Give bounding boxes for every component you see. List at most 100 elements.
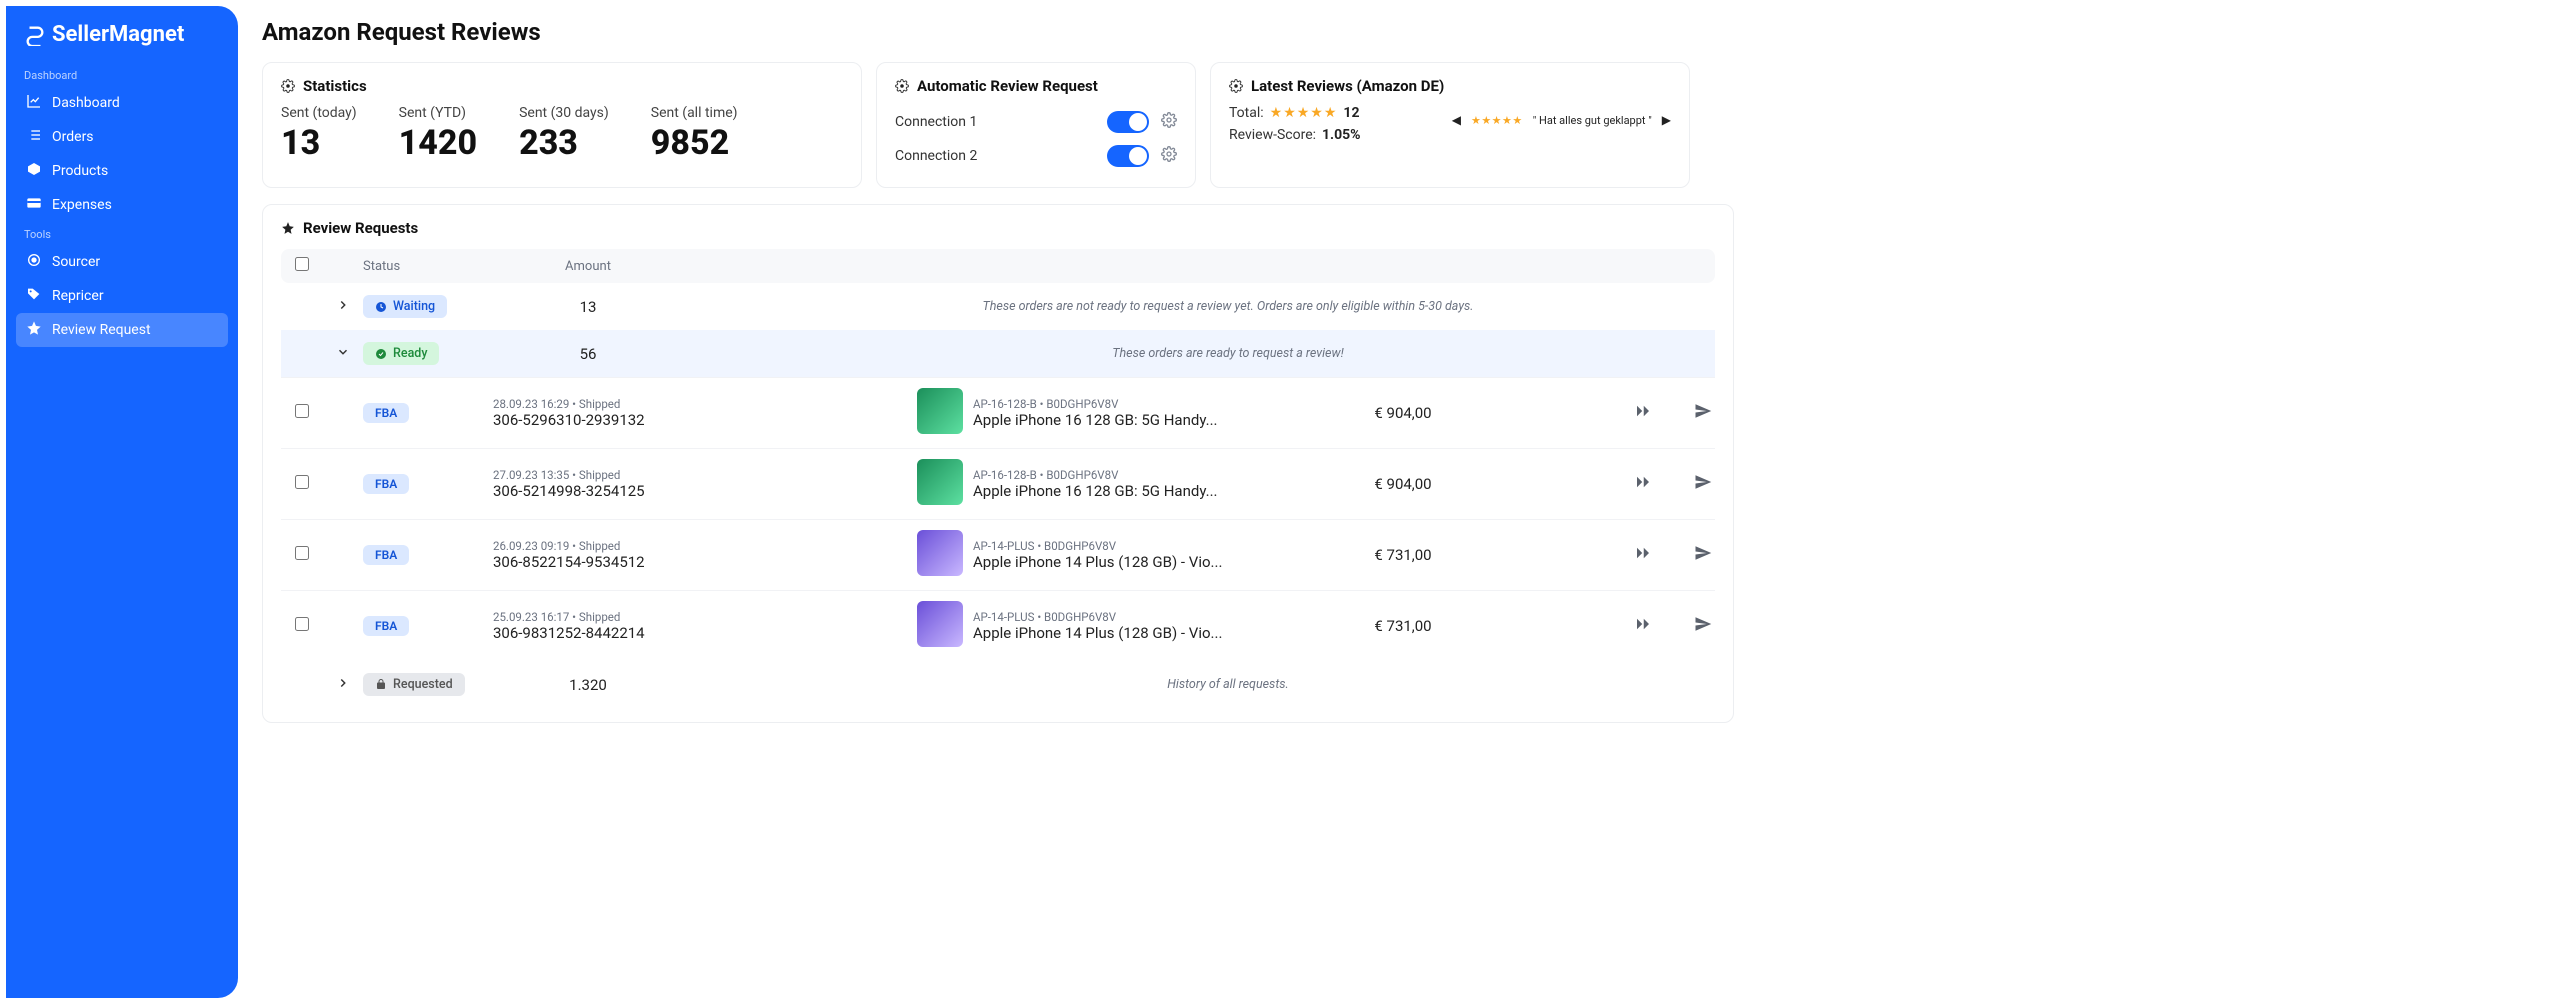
connection-toggle[interactable] [1107,145,1149,167]
order-price: € 731,00 [1313,617,1493,635]
stat-block: Sent (YTD) 1420 [399,105,477,163]
review-quote: " Hat alles gut geklappt " [1533,114,1652,127]
statistics-panel: Statistics Sent (today)13Sent (YTD)1420S… [262,62,862,188]
sidebar-item-sourcer[interactable]: Sourcer [16,245,228,279]
fulfillment-badge: FBA [363,403,409,423]
fulfillment-badge: FBA [363,474,409,494]
order-id: 306-8522154-9534512 [493,553,683,571]
auto-request-panel: Automatic Review Request Connection 1 Con… [876,62,1196,188]
status-label: Ready [393,346,427,361]
auto-request-title: Automatic Review Request [917,77,1098,95]
select-all-checkbox[interactable] [295,257,309,271]
product-sku: AP-16-128-B • B0DGHP6V8V [973,468,1313,482]
stat-value: 9852 [651,123,738,163]
sidebar-item-expenses[interactable]: Expenses [16,188,228,222]
box-icon [26,161,42,181]
send-request-button[interactable] [1673,615,1733,637]
connection-settings-button[interactable] [1161,146,1177,166]
connection-row: Connection 1 [895,105,1177,139]
order-row: FBA27.09.23 13:35 • Shipped306-5214998-3… [281,448,1715,519]
total-label: Total: [1229,105,1264,121]
send-request-button[interactable] [1673,402,1733,424]
connection-row: Connection 2 [895,139,1177,173]
connection-settings-button[interactable] [1161,112,1177,132]
order-checkbox[interactable] [295,546,309,560]
order-id: 306-5296310-2939132 [493,411,683,429]
connection-label: Connection 2 [895,148,1095,164]
sidebar-item-label: Orders [52,129,94,145]
header-status: Status [363,259,493,274]
sidebar-item-repricer[interactable]: Repricer [16,279,228,313]
order-checkbox[interactable] [295,475,309,489]
order-shipped-date: 27.09.23 13:35 • Shipped [493,468,683,482]
sidebar-item-label: Expenses [52,197,112,213]
skip-button[interactable] [1613,473,1673,495]
skip-button[interactable] [1613,615,1673,637]
skip-button[interactable] [1613,402,1673,424]
order-checkbox[interactable] [295,404,309,418]
fulfillment-badge: FBA [363,545,409,565]
order-price: € 731,00 [1313,546,1493,564]
expand-toggle[interactable] [323,298,363,316]
product-thumbnail [917,459,963,505]
stat-value: 1420 [399,123,477,163]
stat-value: 13 [281,123,357,163]
sidebar-item-review-request[interactable]: Review Request [16,313,228,347]
star-rating-icon: ★★★★★ [1270,105,1338,121]
product-name: Apple iPhone 16 128 GB: 5G Handy... [973,411,1303,429]
product-sku: AP-14-PLUS • B0DGHP6V8V [973,539,1313,553]
stat-block: Sent (today) 13 [281,105,357,163]
group-amount: 1.320 [493,676,683,694]
send-request-button[interactable] [1673,544,1733,566]
sidebar-item-label: Repricer [52,288,104,304]
order-row: FBA25.09.23 16:17 • Shipped306-9831252-8… [281,590,1715,661]
total-count: 12 [1343,105,1359,121]
stat-label: Sent (today) [281,105,357,121]
expand-toggle[interactable] [323,345,363,363]
order-price: € 904,00 [1313,475,1493,493]
product-thumbnail [917,530,963,576]
order-checkbox[interactable] [295,617,309,631]
group-row-requested: Requested1.320History of all requests. [281,661,1715,708]
brand-icon [24,24,46,46]
group-amount: 13 [493,298,683,316]
status-label: Requested [393,677,453,692]
sidebar: SellerMagnet DashboardDashboard Orders Pro… [6,6,238,998]
expand-toggle[interactable] [323,676,363,694]
gear-icon [1229,79,1243,93]
nav-section-heading: Dashboard [16,63,228,86]
group-note: These orders are not ready to request a … [683,299,1733,314]
sidebar-item-dashboard[interactable]: Dashboard [16,86,228,120]
order-shipped-date: 26.09.23 09:19 • Shipped [493,539,683,553]
connection-label: Connection 1 [895,114,1095,130]
skip-button[interactable] [1613,544,1673,566]
status-badge: Waiting [363,295,447,318]
status-label: Waiting [393,299,435,314]
carousel-next-button[interactable]: ▶ [1662,113,1671,127]
sidebar-item-label: Products [52,163,108,179]
group-row-ready: Ready56These orders are ready to request… [281,330,1715,377]
group-note: History of all requests. [683,677,1733,692]
stat-block: Sent (all time)9852 [651,105,738,163]
send-request-button[interactable] [1673,473,1733,495]
stat-value: 233 [519,123,609,163]
header-amount: Amount [493,259,683,274]
gear-icon [895,79,909,93]
carousel-prev-button[interactable]: ◀ [1452,113,1461,127]
order-id: 306-9831252-8442214 [493,624,683,642]
tag-icon [26,286,42,306]
product-thumbnail [917,601,963,647]
fulfillment-badge: FBA [363,616,409,636]
sidebar-item-orders[interactable]: Orders [16,120,228,154]
brand-logo: SellerMagnet [16,6,228,63]
group-note: These orders are ready to request a revi… [683,346,1733,361]
review-requests-title: Review Requests [303,219,418,237]
gear-icon [281,79,295,93]
stat-label: Sent (YTD) [399,105,477,121]
product-thumbnail [917,388,963,434]
brand-name: SellerMagnet [52,22,184,47]
status-badge: Ready [363,342,439,365]
group-amount: 56 [493,345,683,363]
sidebar-item-products[interactable]: Products [16,154,228,188]
connection-toggle[interactable] [1107,111,1149,133]
